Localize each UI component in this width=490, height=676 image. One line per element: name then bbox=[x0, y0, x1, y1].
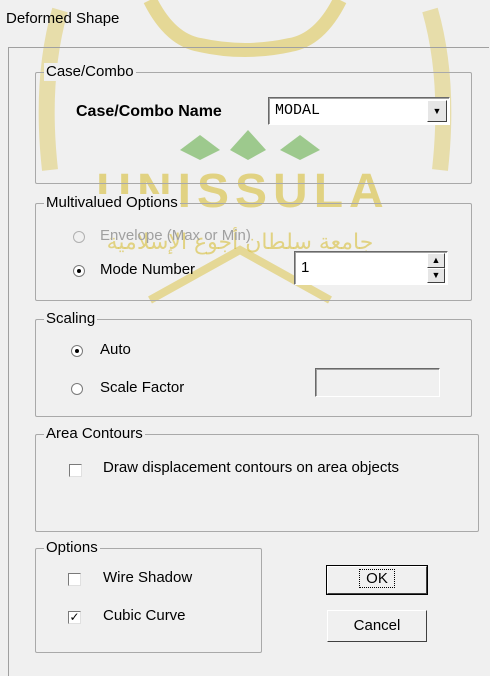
ok-button-label: OK bbox=[359, 569, 395, 588]
options-group: Options bbox=[35, 539, 262, 653]
options-legend: Options bbox=[44, 539, 100, 557]
auto-label: Auto bbox=[100, 341, 131, 358]
wire-shadow-checkbox[interactable] bbox=[68, 573, 81, 586]
cubic-curve-checkbox[interactable]: ✓ bbox=[68, 611, 81, 624]
scaling-legend: Scaling bbox=[44, 310, 98, 328]
case-combo-select[interactable]: MODAL ▼ bbox=[268, 97, 450, 125]
dialog-title: Deformed Shape bbox=[6, 10, 120, 27]
case-combo-name-label: Case/Combo Name bbox=[76, 103, 222, 120]
chevron-down-icon[interactable]: ▼ bbox=[427, 100, 447, 122]
area-contours-group: Area Contours bbox=[35, 425, 479, 532]
envelope-label: Envelope (Max or Min) bbox=[100, 227, 251, 244]
draw-contours-label: Draw displacement contours on area objec… bbox=[103, 459, 399, 476]
area-contours-legend: Area Contours bbox=[44, 425, 145, 443]
mode-number-spinner[interactable]: 1 ▲ ▼ bbox=[294, 251, 448, 285]
mode-number-label: Mode Number bbox=[100, 261, 196, 278]
scale-factor-label: Scale Factor bbox=[100, 379, 185, 396]
cancel-button[interactable]: Cancel bbox=[327, 610, 427, 642]
scale-factor-radio[interactable] bbox=[71, 383, 83, 395]
scale-factor-input[interactable] bbox=[315, 368, 440, 397]
case-combo-selected-value: MODAL bbox=[275, 102, 321, 119]
mode-number-radio[interactable] bbox=[73, 265, 85, 277]
ok-button[interactable]: OK bbox=[326, 565, 428, 595]
spin-up-icon[interactable]: ▲ bbox=[427, 253, 445, 268]
auto-radio[interactable] bbox=[71, 345, 83, 357]
draw-contours-checkbox[interactable] bbox=[69, 464, 82, 477]
mode-number-value: 1 bbox=[301, 259, 310, 276]
checkmark-icon: ✓ bbox=[69, 610, 80, 624]
wire-shadow-label: Wire Shadow bbox=[103, 569, 193, 586]
envelope-radio[interactable] bbox=[73, 231, 85, 243]
spin-down-icon[interactable]: ▼ bbox=[427, 268, 445, 283]
cubic-curve-label: Cubic Curve bbox=[103, 607, 186, 624]
case-combo-legend: Case/Combo bbox=[44, 63, 136, 81]
multivalued-legend: Multivalued Options bbox=[44, 194, 180, 212]
case-combo-group: Case/Combo bbox=[35, 63, 472, 184]
